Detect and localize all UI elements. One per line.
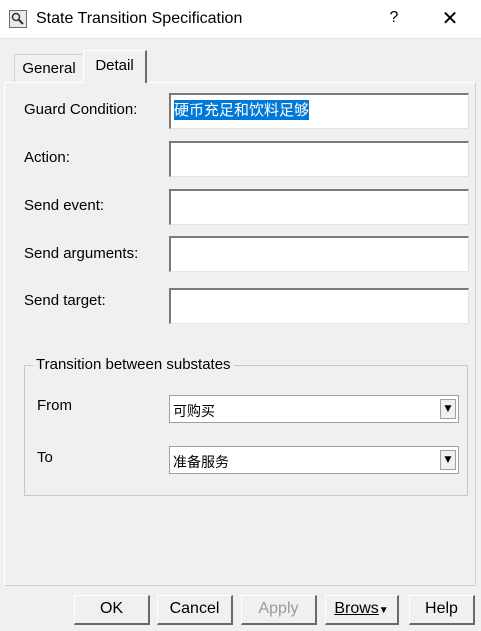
cancel-button[interactable]: Cancel xyxy=(157,595,233,625)
send-event-label: Send event: xyxy=(24,197,105,214)
send-event-field[interactable] xyxy=(169,189,469,225)
dropdown-arrow-icon[interactable]: ▼ xyxy=(440,399,456,419)
title-bar: State Transition Specification ? ✕ xyxy=(0,0,481,39)
tab-detail[interactable]: Detail xyxy=(83,50,147,83)
dropdown-arrow-icon[interactable]: ▼ xyxy=(440,450,456,470)
from-label: From xyxy=(37,397,72,414)
to-label: To xyxy=(37,449,53,466)
guard-condition-field[interactable]: 硬币充足和饮料足够 xyxy=(169,93,469,129)
send-target-label: Send target: xyxy=(24,292,106,309)
browse-button[interactable]: Brows▼ xyxy=(325,595,399,625)
action-field[interactable] xyxy=(169,141,469,177)
substates-group xyxy=(24,365,468,496)
send-arguments-field[interactable] xyxy=(169,236,469,272)
close-icon[interactable]: ✕ xyxy=(436,6,464,32)
from-value: 可购买 xyxy=(173,404,215,420)
apply-button[interactable]: Apply xyxy=(241,595,317,625)
to-select[interactable]: 准备服务 ▼ xyxy=(169,446,459,474)
chevron-down-icon: ▼ xyxy=(378,605,389,616)
browse-label: Brows xyxy=(334,600,379,617)
action-label: Action: xyxy=(24,149,70,166)
ok-button[interactable]: OK xyxy=(74,595,150,625)
to-value: 准备服务 xyxy=(173,455,229,471)
guard-condition-label: Guard Condition: xyxy=(24,101,138,118)
help-question-icon[interactable]: ? xyxy=(382,9,406,31)
help-button[interactable]: Help xyxy=(409,595,475,625)
send-arguments-label: Send arguments: xyxy=(24,245,139,262)
window-title: State Transition Specification xyxy=(36,10,243,27)
guard-condition-value: 硬币充足和饮料足够 xyxy=(174,100,310,120)
tab-general[interactable]: General xyxy=(14,54,84,82)
substates-legend: Transition between substates xyxy=(33,356,234,373)
send-target-field[interactable] xyxy=(169,288,469,324)
magnifier-app-icon xyxy=(9,10,27,28)
from-select[interactable]: 可购买 ▼ xyxy=(169,395,459,423)
